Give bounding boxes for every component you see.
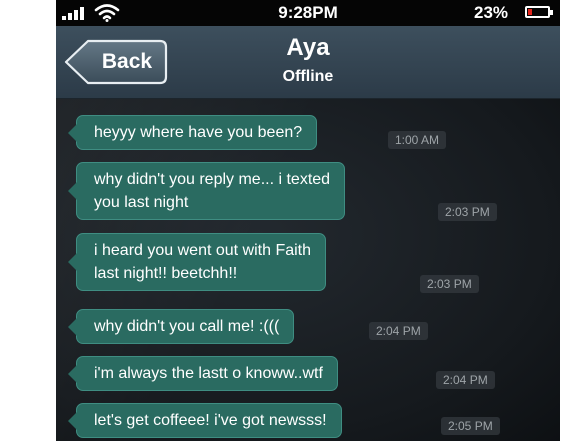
- message-text: i heard you went out with Faith: [94, 242, 312, 259]
- status-bar: 9:28PM 23%: [56, 0, 560, 26]
- message-bubble[interactable]: i'm always the lastt o knoww..wtf: [68, 356, 338, 391]
- message-time: 2:03 PM: [438, 203, 497, 221]
- phone-screen: 9:28PM 23% Back Aya Offline heyyy where: [56, 0, 560, 441]
- battery-percent: 23%: [474, 3, 509, 22]
- message-bubble[interactable]: i heard you went out with Faith last nig…: [67, 233, 327, 291]
- message-bubble[interactable]: why didn't you call me! :(((: [67, 309, 295, 344]
- message-time: 2:04 PM: [436, 371, 495, 389]
- message-time: 2:05 PM: [441, 417, 500, 435]
- message-text: why didn't you reply me... i texted: [94, 171, 331, 188]
- message-bubble[interactable]: heyyy where have you been?: [67, 115, 318, 150]
- contact-name: Aya: [286, 34, 330, 61]
- message-text: let's get coffeee! i've got newsss!: [94, 412, 327, 429]
- contact-status: Offline: [282, 68, 334, 85]
- message-list[interactable]: heyyy where have you been? 1:00 AM why d…: [56, 99, 560, 441]
- battery-level: [528, 9, 532, 15]
- message-text: i'm always the lastt o knoww..wtf: [94, 365, 323, 382]
- message-text: you last night: [94, 194, 189, 211]
- message-text: heyyy where have you been?: [94, 124, 303, 141]
- message-text: why didn't you call me! :(((: [94, 318, 280, 335]
- message-bubble[interactable]: let's get coffeee! i've got newsss!: [68, 403, 342, 438]
- battery-icon: [525, 6, 553, 18]
- message-time: 2:03 PM: [420, 275, 479, 293]
- message-time: 1:00 AM: [388, 131, 447, 149]
- message-time: 2:04 PM: [369, 322, 428, 340]
- nav-bar: Back Aya Offline: [56, 26, 560, 99]
- message-text: last night!! beetchh!!: [94, 265, 238, 282]
- message-bubble[interactable]: why didn't you reply me... i texted you …: [67, 162, 346, 220]
